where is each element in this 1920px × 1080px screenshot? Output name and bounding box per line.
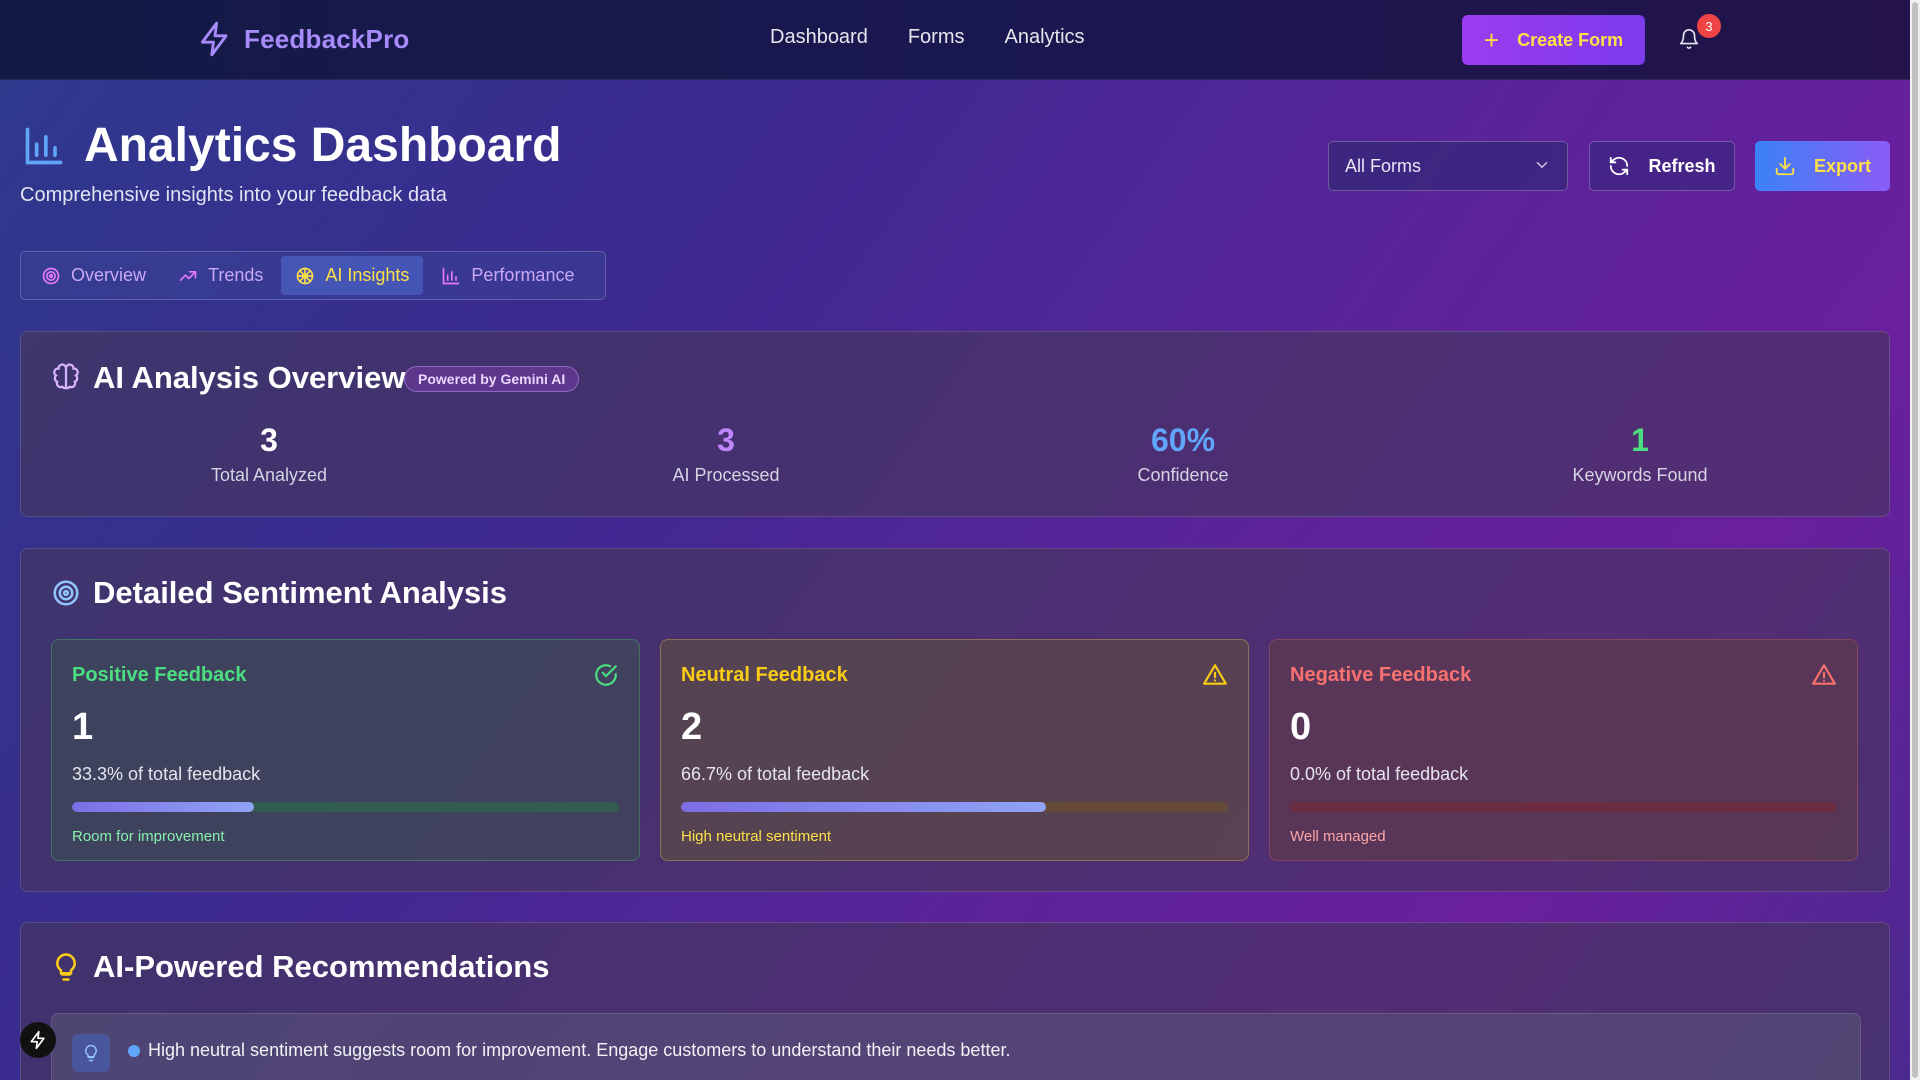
stat-value: 3 xyxy=(260,422,278,458)
page-subtitle: Comprehensive insights into your feedbac… xyxy=(20,184,447,206)
scrollbar-thumb[interactable] xyxy=(1912,2,1918,1078)
create-form-button[interactable]: + Create Form xyxy=(1462,15,1645,65)
bell-icon xyxy=(1679,29,1699,49)
powered-by-badge: Powered by Gemini AI xyxy=(404,366,580,392)
card-count: 0 xyxy=(1290,706,1312,748)
stat-keywords-found: 1 Keywords Found xyxy=(1490,422,1790,486)
download-icon xyxy=(1774,155,1796,177)
progress-fill xyxy=(681,802,1046,812)
lightning-icon xyxy=(200,21,228,57)
plus-icon: + xyxy=(1483,24,1500,55)
ai-overview-panel: AI Analysis Overview Powered by Gemini A… xyxy=(20,331,1890,517)
export-label: Export xyxy=(1813,155,1871,176)
recommendation-icon-box xyxy=(72,1034,110,1072)
notifications-button[interactable] xyxy=(1678,28,1700,52)
stat-label: Keywords Found xyxy=(1572,465,1708,485)
lightbulb-icon xyxy=(56,953,76,981)
card-title: Negative Feedback xyxy=(1290,664,1472,686)
brain-icon xyxy=(53,363,79,390)
card-percent: 33.3% of total feedback xyxy=(72,764,261,784)
nav-link-forms[interactable]: Forms xyxy=(908,26,965,49)
lightning-icon xyxy=(30,1030,45,1050)
neutral-progress-bar xyxy=(681,802,1228,812)
tab-label: AI Insights xyxy=(325,265,410,285)
form-filter-select[interactable]: All Forms xyxy=(1328,141,1568,191)
tab-trends[interactable]: Trends xyxy=(164,256,277,295)
card-count: 1 xyxy=(72,706,94,748)
stat-confidence: 60% Confidence xyxy=(1033,422,1333,486)
stat-label: Confidence xyxy=(1137,465,1229,485)
warning-icon xyxy=(1812,664,1836,685)
sentiment-panel: Detailed Sentiment Analysis Positive Fee… xyxy=(20,548,1890,892)
top-navbar: FeedbackPro Dashboard Forms Analytics + … xyxy=(0,0,1910,80)
card-percent: 66.7% of total feedback xyxy=(681,764,870,784)
chevron-down-icon xyxy=(1536,162,1548,169)
brand-name: FeedbackPro xyxy=(244,23,410,54)
bar-chart-icon xyxy=(25,127,63,164)
brain-icon xyxy=(297,267,314,284)
tab-label: Performance xyxy=(471,265,575,285)
export-button[interactable]: Export xyxy=(1755,141,1890,191)
nav-links: Dashboard Forms Analytics xyxy=(770,26,1085,49)
recommendation-item: High neutral sentiment suggests room for… xyxy=(51,1013,1861,1080)
recommendations-panel: AI-Powered Recommendations High neutral … xyxy=(20,922,1890,1080)
stat-label: Total Analyzed xyxy=(210,465,328,485)
bar-chart-icon xyxy=(443,267,460,284)
warning-icon xyxy=(1203,664,1227,685)
refresh-button[interactable]: Refresh xyxy=(1589,141,1735,191)
quick-action-button[interactable] xyxy=(20,1022,56,1058)
card-percent: 0.0% of total feedback xyxy=(1290,764,1469,784)
sentiment-title: Detailed Sentiment Analysis xyxy=(93,575,508,610)
card-note: High neutral sentiment xyxy=(681,828,832,845)
card-count: 2 xyxy=(681,706,703,748)
stat-value: 60% xyxy=(1150,422,1216,458)
tab-ai-insights[interactable]: AI Insights xyxy=(281,256,424,295)
tab-label: Overview xyxy=(71,265,147,285)
stat-value: 1 xyxy=(1631,422,1649,458)
tab-overview[interactable]: Overview xyxy=(27,256,160,295)
card-note: Well managed xyxy=(1290,828,1386,845)
recommendation-text: High neutral sentiment suggests room for… xyxy=(148,1040,1011,1060)
form-filter-value: All Forms xyxy=(1345,155,1421,176)
stat-label: AI Processed xyxy=(672,465,780,485)
check-circle-icon xyxy=(595,664,617,686)
card-note: Room for improvement xyxy=(72,828,225,845)
negative-feedback-card: Negative Feedback 0 0.0% of total feedba… xyxy=(1269,639,1858,861)
neutral-feedback-card: Neutral Feedback 2 66.7% of total feedba… xyxy=(660,639,1249,861)
positive-progress-bar xyxy=(72,802,619,812)
ai-overview-heading: AI Analysis Overview xyxy=(51,360,405,396)
recommendations-title: AI-Powered Recommendations xyxy=(93,949,550,984)
page-scrollbar[interactable] xyxy=(1910,0,1920,1080)
nav-link-analytics[interactable]: Analytics xyxy=(1005,26,1085,49)
recommendations-heading: AI-Powered Recommendations xyxy=(51,949,549,985)
negative-progress-bar xyxy=(1290,802,1837,812)
target-icon xyxy=(53,580,79,606)
positive-feedback-card: Positive Feedback 1 33.3% of total feedb… xyxy=(51,639,640,861)
refresh-label: Refresh xyxy=(1648,155,1716,176)
page-header: Analytics Dashboard xyxy=(22,118,561,173)
target-icon xyxy=(42,267,60,284)
stat-value: 3 xyxy=(717,422,735,458)
sentiment-heading: Detailed Sentiment Analysis xyxy=(51,575,507,611)
notification-badge: 3 xyxy=(1697,14,1721,38)
card-title: Neutral Feedback xyxy=(681,664,848,686)
analytics-tabs: Overview Trends AI Insights Performance xyxy=(20,251,606,300)
ai-overview-title: AI Analysis Overview xyxy=(93,360,406,395)
refresh-icon xyxy=(1608,155,1630,177)
stat-total-analyzed: 3 Total Analyzed xyxy=(119,422,419,486)
tab-performance[interactable]: Performance xyxy=(427,256,588,295)
page-title: Analytics Dashboard xyxy=(84,119,562,172)
recommendation-text-row: High neutral sentiment suggests room for… xyxy=(128,1040,1010,1061)
create-form-label: Create Form xyxy=(1517,29,1624,50)
progress-fill xyxy=(72,802,255,812)
tab-label: Trends xyxy=(208,265,264,285)
card-title: Positive Feedback xyxy=(72,664,247,686)
nav-link-dashboard[interactable]: Dashboard xyxy=(770,26,868,49)
stat-ai-processed: 3 AI Processed xyxy=(576,422,876,486)
lightbulb-icon xyxy=(85,1044,97,1062)
trend-icon xyxy=(179,270,197,281)
brand-logo[interactable]: FeedbackPro xyxy=(196,20,410,58)
magnifier-icon xyxy=(128,1044,140,1057)
